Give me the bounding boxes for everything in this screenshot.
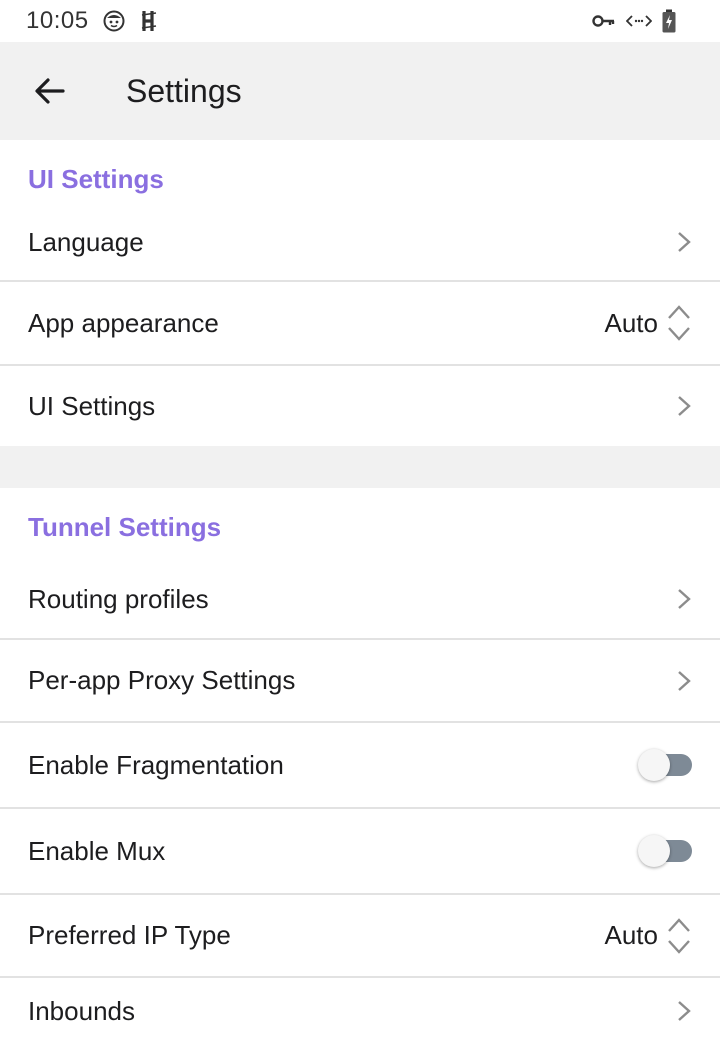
status-right-icons [592, 0, 676, 42]
item-label: Preferred IP Type [28, 920, 231, 950]
chevron-right-icon [678, 670, 691, 691]
item-label: Language [28, 226, 144, 257]
chevron-right-icon [678, 232, 691, 252]
chevron-right-icon [678, 589, 691, 609]
mux-toggle[interactable] [638, 835, 692, 867]
toggle-thumb [638, 749, 670, 781]
settings-item-ui-settings[interactable]: UI Settings [0, 366, 720, 446]
settings-item-preferred-ip-type[interactable]: Preferred IP Type Auto [0, 895, 720, 976]
toggle-thumb [638, 835, 670, 867]
status-time: 10:05 [26, 7, 89, 34]
back-button[interactable] [0, 42, 100, 140]
status-bar: 10:05 [0, 0, 720, 42]
app-bar: Settings [0, 42, 720, 140]
item-label: Enable Fragmentation [28, 749, 284, 780]
unfold-icon [668, 917, 690, 954]
fragmentation-toggle[interactable] [638, 749, 692, 781]
preferred-ip-select[interactable]: Auto [605, 917, 693, 955]
settings-item-enable-mux[interactable]: Enable Mux [0, 809, 720, 893]
app-appearance-select[interactable]: Auto [605, 304, 693, 342]
select-value: Auto [604, 307, 659, 338]
vpn-key-icon [592, 15, 615, 27]
item-label: UI Settings [28, 390, 156, 421]
status-left-icons [103, 9, 161, 33]
item-label: Per-app Proxy Settings [28, 665, 296, 695]
h-notification-icon [141, 11, 156, 31]
settings-item-inbounds[interactable]: Inbounds [0, 978, 720, 1044]
code-icon [626, 15, 652, 27]
item-label: Inbounds [28, 995, 135, 1026]
chevron-right-icon [678, 1001, 691, 1021]
item-label: Enable Mux [28, 835, 166, 866]
item-label: Routing profiles [28, 583, 209, 614]
settings-item-language[interactable]: Language [0, 204, 720, 280]
unfold-icon [668, 305, 690, 341]
section-separator [0, 446, 720, 488]
face-icon [103, 10, 125, 32]
settings-item-routing-profiles[interactable]: Routing profiles [0, 560, 720, 638]
select-value: Auto [604, 920, 659, 950]
chevron-right-icon [678, 396, 691, 416]
settings-item-enable-fragmentation[interactable]: Enable Fragmentation [0, 723, 720, 807]
section-header-tunnel: Tunnel Settings [28, 512, 222, 542]
arrow-left-icon [35, 78, 65, 104]
page-title: Settings [126, 72, 242, 109]
item-label: App appearance [28, 307, 219, 338]
settings-item-per-app-proxy[interactable]: Per-app Proxy Settings [0, 640, 720, 721]
battery-icon [662, 9, 676, 33]
section-header-ui: UI Settings [28, 164, 164, 194]
settings-item-app-appearance[interactable]: App appearance Auto [0, 282, 720, 364]
